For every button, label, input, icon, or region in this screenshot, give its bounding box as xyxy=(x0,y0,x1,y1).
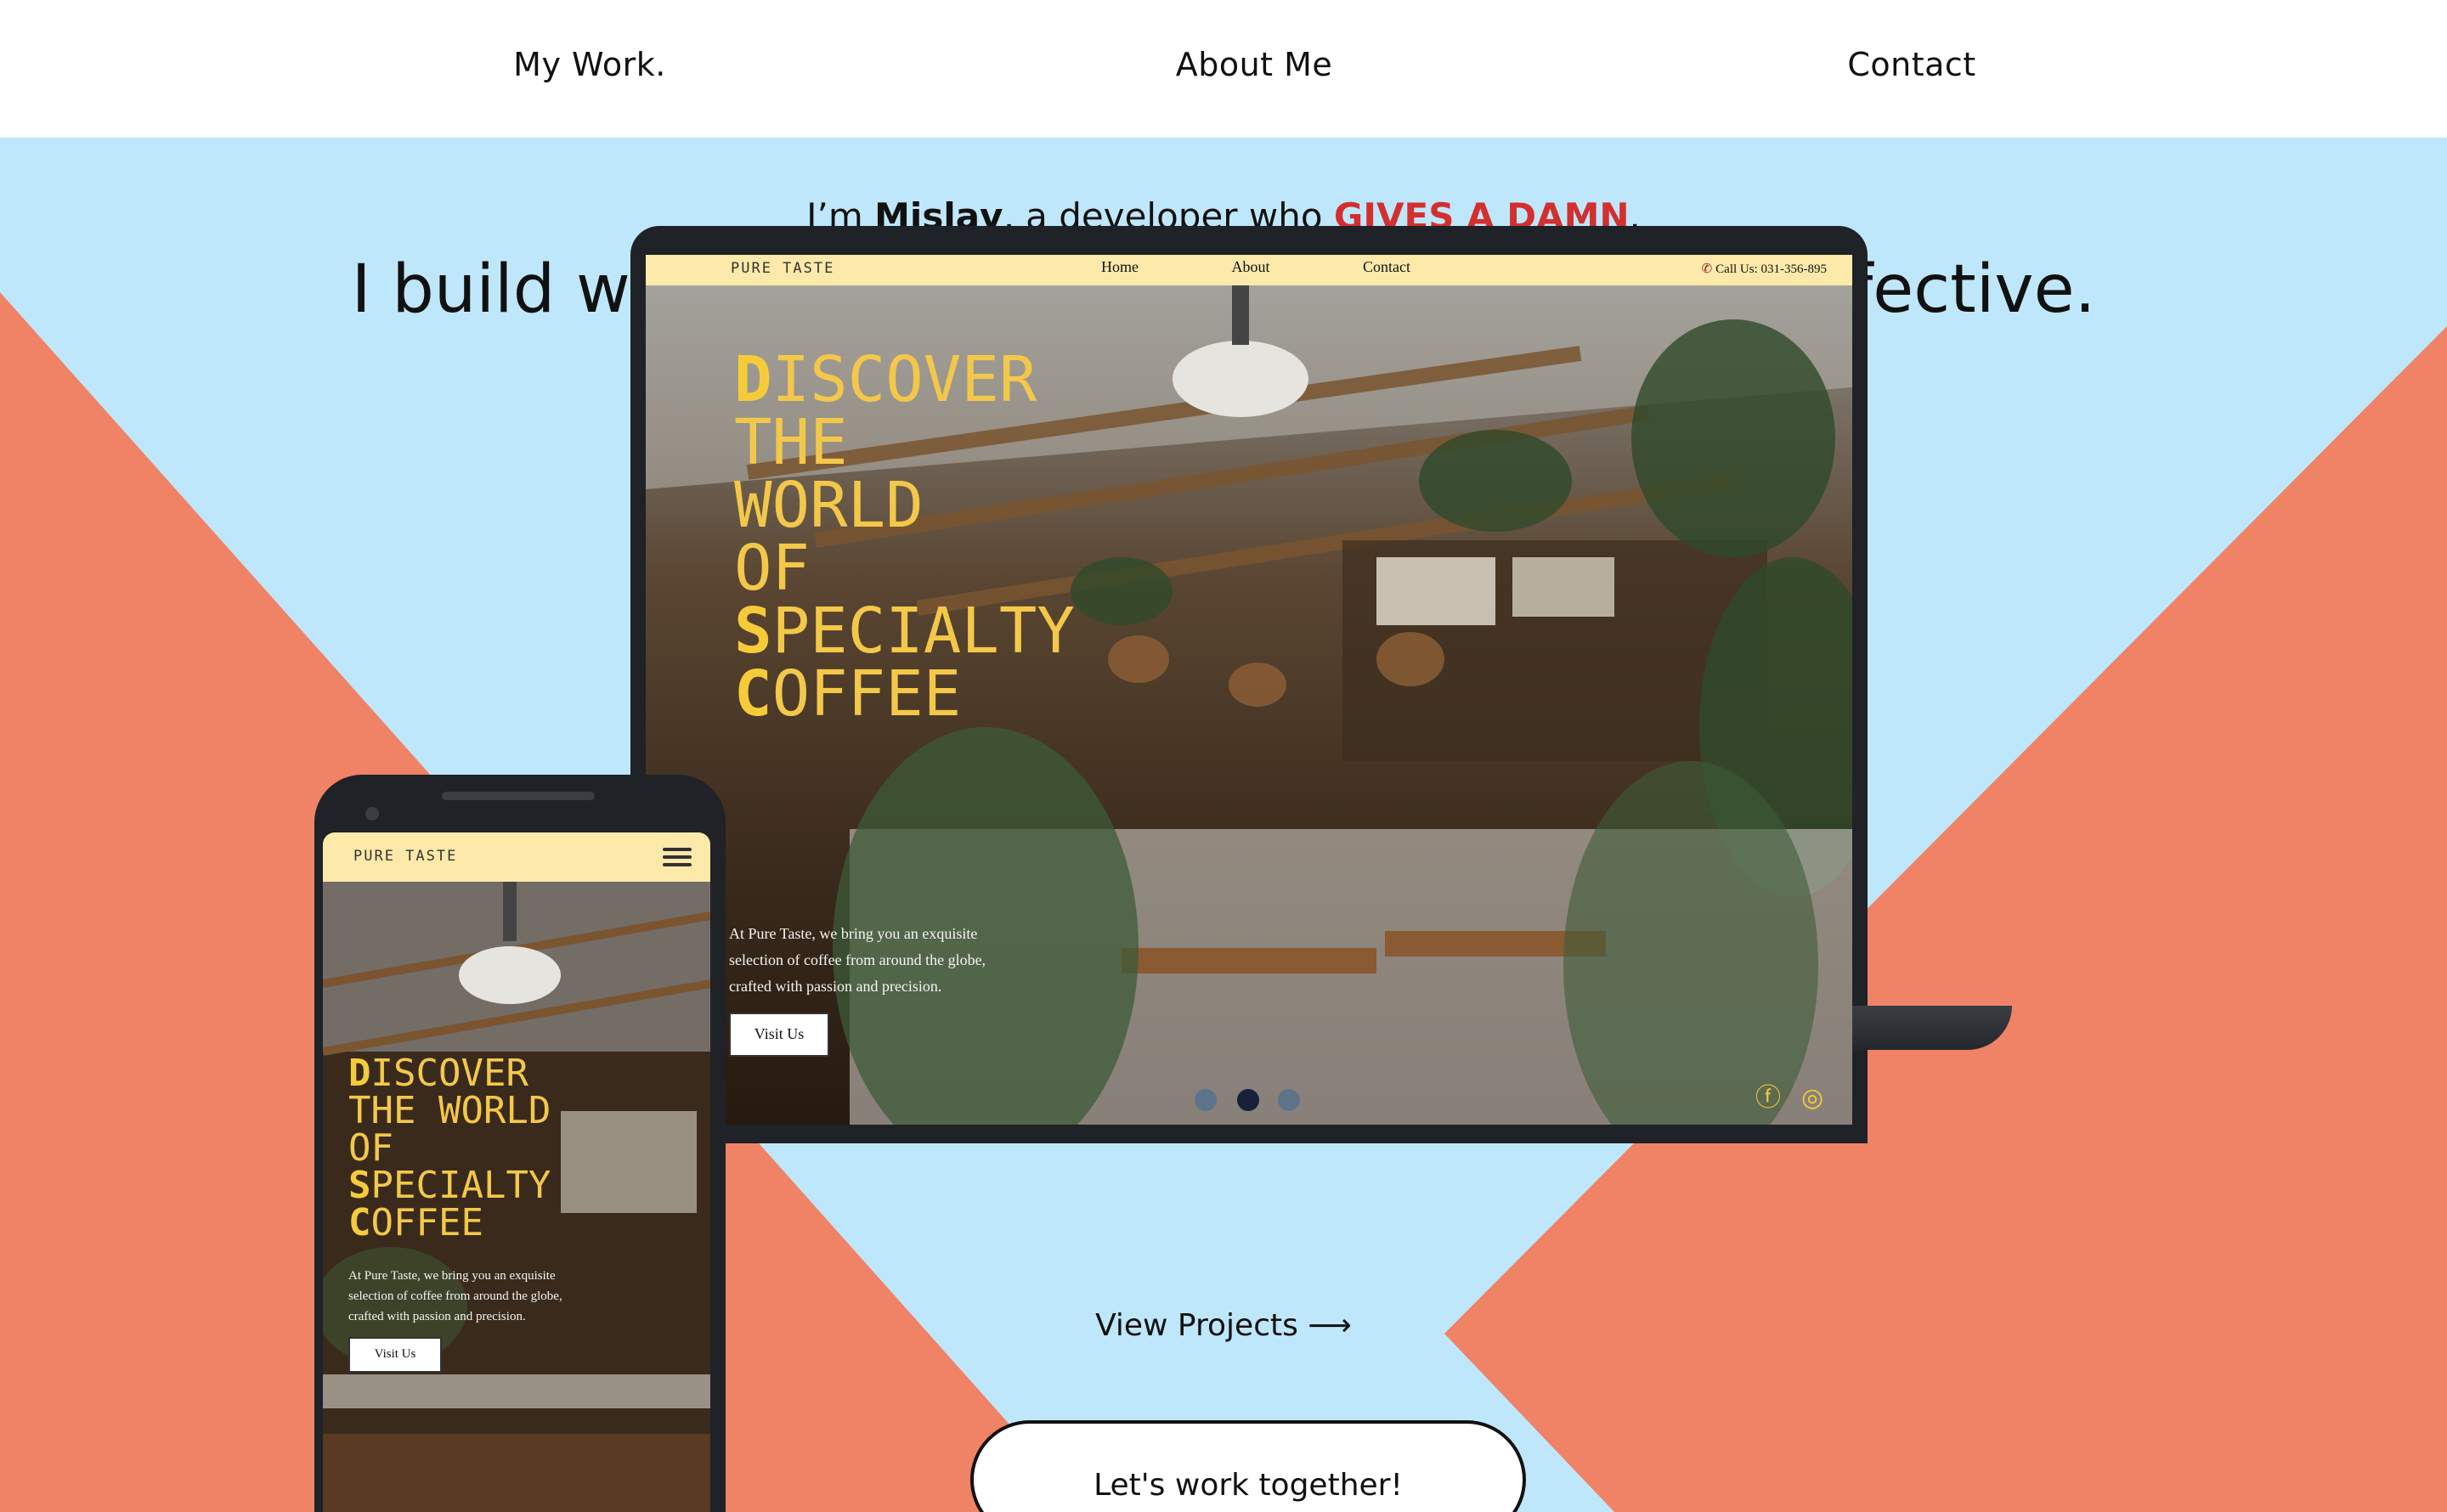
work-together-button[interactable]: Let's work together! xyxy=(970,1420,1526,1512)
instagram-icon[interactable]: ◎ xyxy=(1801,1086,1823,1111)
phone-hero-line: OF xyxy=(348,1130,551,1167)
view-projects-link[interactable]: View Projects ⟶ xyxy=(0,1308,2447,1343)
hero-line-cap: C xyxy=(734,657,772,731)
phone-site-header: PURE TASTE xyxy=(323,832,710,882)
carousel-dot-active[interactable] xyxy=(1237,1089,1259,1111)
laptop-body-copy: At Pure Taste, we bring you an exquisite… xyxy=(729,921,986,1000)
phone-camera xyxy=(365,807,379,821)
site-phone: ✆ Call Us: 031-356-895 xyxy=(1702,261,1827,277)
hero-line: THE xyxy=(734,411,1075,474)
nav-about-me[interactable]: About Me xyxy=(1176,46,1333,83)
hero-line-text: OFFEE xyxy=(370,1201,483,1244)
site-nav-contact: Contact xyxy=(1363,258,1410,275)
laptop-screen[interactable]: PURE TASTE Home About Contact ✆ Call Us: … xyxy=(646,255,1852,1125)
hamburger-menu-icon[interactable] xyxy=(663,848,692,866)
laptop-visit-button[interactable]: Visit Us xyxy=(729,1013,829,1057)
hero-line: OF xyxy=(734,537,1075,600)
site-header: PURE TASTE Home About Contact ✆ Call Us: … xyxy=(646,255,1852,285)
phone-hero-heading: DISCOVER THE WORLD OF SPECIALTY COFFEE xyxy=(348,1055,551,1242)
site-phone-number: Call Us: 031-356-895 xyxy=(1715,262,1827,276)
body-line: selection of coffee from around the glob… xyxy=(729,951,986,968)
hero-line: DISCOVER xyxy=(734,348,1075,411)
body-line: At Pure Taste, we bring you an exquisite xyxy=(348,1269,556,1283)
laptop-hero-heading: DISCOVER THE WORLD OF SPECIALTY COFFEE xyxy=(734,348,1075,725)
hero-line-text: OFFEE xyxy=(771,657,962,731)
phone-icon: ✆ xyxy=(1701,262,1713,276)
hero-line: SPECIALTY xyxy=(734,600,1075,663)
hero-line: WORLD xyxy=(734,474,1075,537)
carousel-dot[interactable] xyxy=(1195,1089,1217,1111)
hero-line: COFFEE xyxy=(734,663,1075,725)
body-line: selection of coffee from around the glob… xyxy=(348,1289,562,1303)
body-line: At Pure Taste, we bring you an exquisite xyxy=(729,925,978,942)
phone-hero-line: COFFEE xyxy=(348,1205,551,1242)
top-nav: My Work. About Me Contact xyxy=(0,0,2447,138)
site-nav-about: About xyxy=(1231,258,1270,275)
body-line: crafted with passion and precision. xyxy=(729,978,942,995)
nav-my-work[interactable]: My Work. xyxy=(513,46,666,83)
facebook-icon[interactable]: ⓕ xyxy=(1755,1086,1781,1111)
nav-contact[interactable]: Contact xyxy=(1847,46,1975,83)
phone-hero-line: THE WORLD xyxy=(348,1092,551,1130)
phone-hero-line: DISCOVER xyxy=(348,1055,551,1092)
phone-screen[interactable]: PURE TASTE DISCOVER THE WORLD OF SPECIAL… xyxy=(323,832,710,1512)
site-nav-home: Home xyxy=(1101,258,1139,275)
site-logo: PURE TASTE xyxy=(731,260,835,277)
phone-hero-line: SPECIALTY xyxy=(348,1167,551,1205)
phone-speaker xyxy=(442,792,595,800)
hero-line-cap: C xyxy=(348,1201,371,1244)
carousel-dot[interactable] xyxy=(1278,1089,1300,1111)
phone-site-logo: PURE TASTE xyxy=(353,848,458,865)
